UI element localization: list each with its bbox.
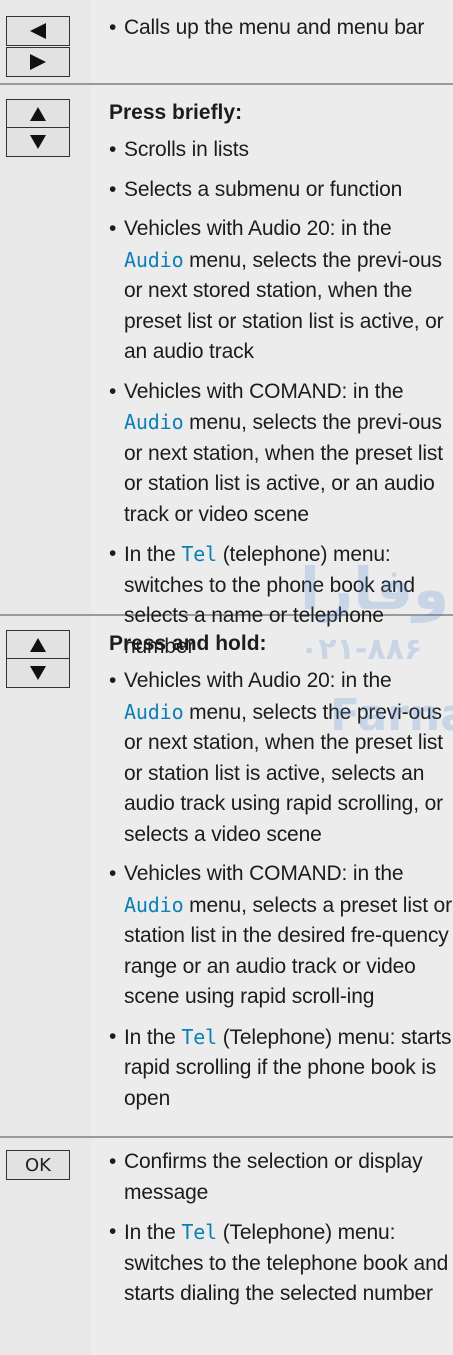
list-item: Selects a submenu or function (109, 175, 453, 206)
up-arrow-icon (30, 107, 46, 121)
down-arrow-icon (30, 135, 46, 149)
audio-menu-keyword: Audio (124, 247, 184, 272)
ok-section: Confirms the selection or display messag… (109, 1147, 453, 1319)
down-arrow-key[interactable] (6, 127, 70, 157)
down-arrow-icon (30, 666, 46, 680)
audio-menu-keyword: Audio (124, 699, 184, 724)
list-item: In the Tel (Telephone) menu: starts rapi… (109, 1022, 453, 1115)
up-arrow-icon (30, 638, 46, 652)
press-briefly-heading: Press briefly: (109, 101, 243, 124)
up-arrow-key[interactable] (6, 630, 70, 660)
list-item: Calls up the menu and menu bar (109, 13, 453, 44)
audio-menu-keyword: Audio (124, 892, 184, 917)
right-arrow-icon (30, 54, 46, 70)
menu-bar-description: Calls up the menu and menu bar (109, 13, 453, 53)
right-arrow-key[interactable] (6, 47, 70, 77)
ok-key[interactable]: OK (6, 1150, 70, 1180)
list-item: Confirms the selection or display messag… (109, 1147, 453, 1208)
audio-menu-keyword: Audio (124, 410, 184, 434)
list-item: In the Tel (Telephone) menu: switches to… (109, 1217, 453, 1310)
tel-menu-keyword: Tel (181, 542, 218, 566)
list-item: Vehicles with Audio 20: in the Audio men… (109, 666, 453, 850)
tel-menu-keyword: Tel (181, 1024, 218, 1049)
row-divider (0, 83, 453, 85)
press-and-hold-section: Press and hold: Vehicles with Audio 20: … (109, 628, 453, 1123)
tel-menu-keyword: Tel (181, 1220, 218, 1244)
ok-key-label: OK (25, 1154, 51, 1176)
down-arrow-key[interactable] (6, 658, 70, 688)
up-arrow-key[interactable] (6, 99, 70, 129)
row-divider (0, 1136, 453, 1138)
list-item: Vehicles with COMAND: in the Audio menu,… (109, 859, 453, 1013)
list-item: Vehicles with COMAND: in the Audio menu,… (109, 377, 453, 531)
press-and-hold-heading: Press and hold: (109, 632, 267, 655)
left-arrow-key[interactable] (6, 16, 70, 46)
left-arrow-icon (30, 23, 46, 39)
list-item: Scrolls in lists (109, 135, 453, 166)
press-briefly-section: Press briefly: Scrolls in lists Selects … (109, 97, 453, 671)
list-item: Vehicles with Audio 20: in the Audio men… (109, 214, 453, 368)
